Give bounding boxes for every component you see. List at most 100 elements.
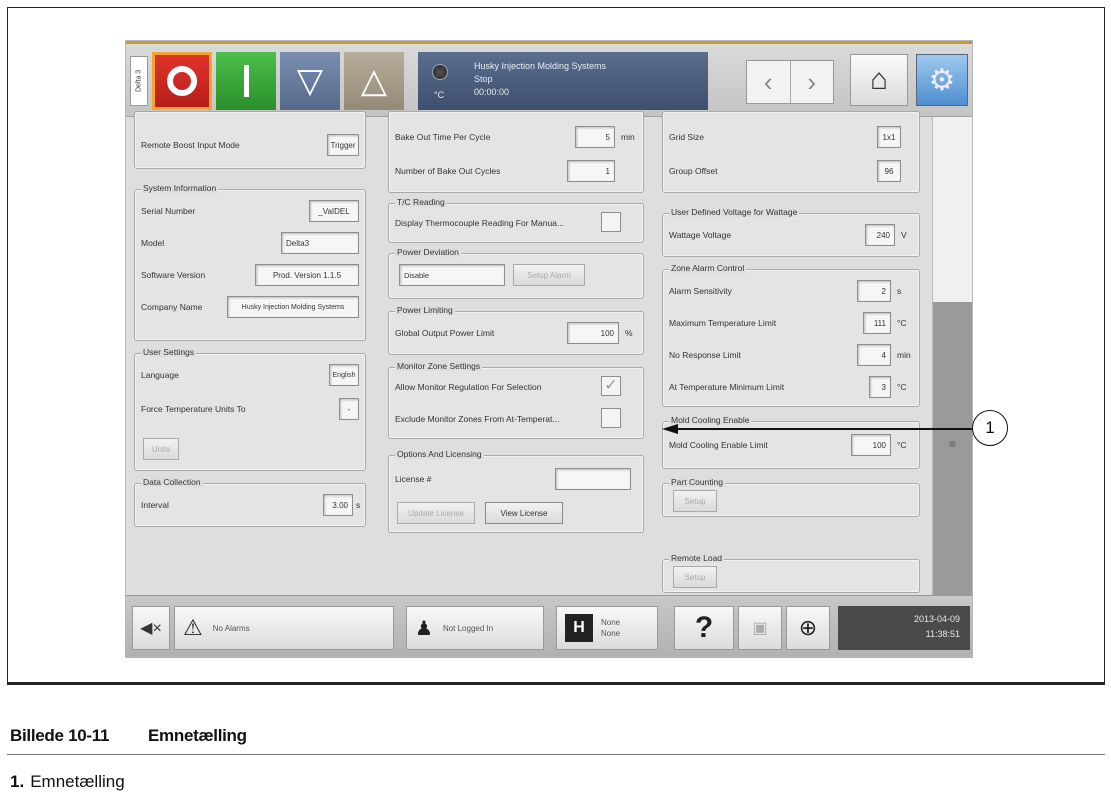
interval-field[interactable]: 3.00 bbox=[323, 494, 353, 516]
temperature-down-button[interactable]: ▽ bbox=[280, 52, 340, 110]
allow-monitor-checkbox[interactable]: ✓ bbox=[601, 376, 621, 396]
date-text: 2013-04-09 bbox=[913, 614, 960, 624]
stop-button[interactable] bbox=[152, 52, 212, 110]
mute-button[interactable]: ◀× bbox=[132, 606, 170, 650]
no-response-unit: min bbox=[897, 350, 911, 360]
serial-number-field: _VaIDEL bbox=[309, 200, 359, 222]
group-offset-field[interactable]: 96 bbox=[877, 160, 901, 182]
zone-alarm-group: Zone Alarm Control Alarm Sensitivity 2 s… bbox=[662, 263, 920, 407]
forward-arrow-icon[interactable]: › bbox=[791, 61, 834, 103]
remote-load-setup-button[interactable]: Setup bbox=[673, 566, 717, 588]
alarms-button[interactable]: ⚠ No Alarms bbox=[174, 606, 394, 650]
setup-alarm-button[interactable]: Setup Alarm bbox=[513, 264, 585, 286]
global-power-field[interactable]: 100 bbox=[567, 322, 619, 344]
callout-line bbox=[672, 428, 972, 430]
part-counting-group: Part Counting Setup bbox=[662, 477, 920, 517]
update-license-button[interactable]: Update License bbox=[397, 502, 475, 524]
grid-size-label: Grid Size bbox=[669, 132, 704, 142]
grid-size-field[interactable]: 1x1 bbox=[877, 126, 901, 148]
power-deviation-group: Power Deviation Disable Setup Alarm bbox=[388, 247, 644, 299]
globe-icon: ⊕ bbox=[798, 615, 818, 640]
legend-item: 1. Emnetælling bbox=[10, 772, 125, 792]
interval-label: Interval bbox=[141, 500, 169, 510]
data-collection-title: Data Collection bbox=[141, 477, 203, 487]
screenshot-button[interactable]: ▣ bbox=[738, 606, 782, 650]
stop-icon bbox=[167, 66, 197, 96]
remote-boost-mode-select[interactable]: Trigger bbox=[327, 134, 359, 156]
grid-size-row: Grid Size 1x1 bbox=[669, 126, 913, 148]
temperature-up-button[interactable]: △ bbox=[344, 52, 404, 110]
alarm-sensitivity-field[interactable]: 2 bbox=[857, 280, 891, 302]
part-counting-setup-button[interactable]: Setup bbox=[673, 490, 717, 512]
wattage-voltage-row: Wattage Voltage 240 V bbox=[669, 224, 913, 246]
bake-time-row: Bake Out Time Per Cycle 5 min bbox=[395, 126, 637, 148]
mold-info: None None bbox=[601, 617, 620, 639]
bake-time-label: Bake Out Time Per Cycle bbox=[395, 132, 491, 142]
figure-number: Billede 10-11 bbox=[10, 726, 110, 745]
triangle-up-icon: △ bbox=[360, 62, 388, 100]
remote-boost-mode-row: Remote Boost Input Mode Trigger bbox=[141, 134, 359, 156]
options-licensing-title: Options And Licensing bbox=[395, 449, 484, 459]
legend-text: Emnetælling bbox=[30, 772, 125, 791]
no-response-label: No Response Limit bbox=[669, 350, 741, 360]
scrollbar-thumb[interactable]: ≡ bbox=[933, 302, 972, 595]
mold-cooling-title: Mold Cooling Enable bbox=[669, 415, 752, 425]
tc-reading-title: T/C Reading bbox=[395, 197, 447, 207]
software-version-field: Prod. Version 1.1.5 bbox=[255, 264, 359, 286]
tc-display-checkbox[interactable] bbox=[601, 212, 621, 232]
mold-button[interactable]: H None None bbox=[556, 606, 658, 650]
grip-icon: ≡ bbox=[949, 437, 957, 451]
power-deviation-select[interactable]: Disable bbox=[399, 264, 505, 286]
company-name-field: Husky Injection Molding Systems bbox=[227, 296, 359, 318]
max-temp-field[interactable]: 111 bbox=[863, 312, 891, 334]
wattage-voltage-field[interactable]: 240 bbox=[865, 224, 895, 246]
login-button[interactable]: ♟ Not Logged In bbox=[406, 606, 544, 650]
no-response-field[interactable]: 4 bbox=[857, 344, 891, 366]
bake-cycles-row: Number of Bake Out Cycles 1 bbox=[395, 160, 637, 182]
power-on-icon bbox=[243, 65, 249, 97]
user-settings-group: User Settings Language English Force Tem… bbox=[134, 347, 366, 471]
figure-title: Emnetælling bbox=[148, 726, 247, 745]
at-temp-field[interactable]: 3 bbox=[869, 376, 891, 398]
header-bar: Delta 3 ▽ △ °C Husky Injection Molding S… bbox=[126, 41, 972, 117]
remote-boost-mode-label: Remote Boost Input Mode bbox=[141, 140, 240, 150]
exclude-monitor-checkbox[interactable] bbox=[601, 408, 621, 428]
options-licensing-group: Options And Licensing License # Update L… bbox=[388, 449, 644, 533]
user-icon: ♟ bbox=[415, 617, 433, 640]
global-power-label: Global Output Power Limit bbox=[395, 328, 495, 338]
units-button[interactable]: Units bbox=[143, 438, 179, 460]
back-arrow-icon[interactable]: ‹ bbox=[747, 61, 791, 103]
license-field[interactable] bbox=[555, 468, 631, 490]
model-label: Model bbox=[141, 238, 165, 248]
caption-rule bbox=[7, 683, 1105, 685]
power-on-button[interactable] bbox=[216, 52, 276, 110]
language-select[interactable]: English bbox=[329, 364, 359, 386]
status-unit: °C bbox=[434, 90, 445, 100]
power-limiting-group: Power Limiting Global Output Power Limit… bbox=[388, 305, 644, 355]
mold-cooling-field[interactable]: 100 bbox=[851, 434, 891, 456]
company-name-label: Company Name bbox=[141, 302, 203, 312]
system-information-group: System Information Serial Number _VaIDEL… bbox=[134, 183, 366, 341]
data-collection-group: Data Collection Interval 3.00 s bbox=[134, 477, 366, 527]
help-button[interactable]: ? bbox=[674, 606, 734, 650]
monitor-zone-title: Monitor Zone Settings bbox=[395, 361, 483, 371]
settings-button[interactable]: ⚙ bbox=[916, 54, 968, 106]
exclude-monitor-label: Exclude Monitor Zones From At-Temperat..… bbox=[395, 414, 560, 424]
interval-unit: s bbox=[356, 500, 361, 510]
force-units-select[interactable]: - bbox=[339, 398, 359, 420]
language-globe-button[interactable]: ⊕ bbox=[786, 606, 830, 650]
settings-content: Remote Boost Input Mode Trigger System I… bbox=[126, 111, 972, 595]
view-license-button[interactable]: View License bbox=[485, 502, 563, 524]
max-temp-row: Maximum Temperature Limit 111 °C bbox=[669, 312, 913, 334]
at-temp-row: At Temperature Minimum Limit 3 °C bbox=[669, 376, 913, 398]
bake-time-field[interactable]: 5 bbox=[575, 126, 615, 148]
date-time-display: 2013-04-09 11:38:51 bbox=[838, 606, 970, 650]
delta-tab[interactable]: Delta 3 bbox=[130, 56, 148, 106]
vertical-scrollbar[interactable]: ≡ bbox=[932, 117, 972, 595]
interval-row: Interval 3.00 s bbox=[141, 494, 361, 516]
bake-time-unit: min bbox=[621, 132, 635, 142]
group-offset-label: Group Offset bbox=[669, 166, 718, 176]
home-button[interactable]: ⌂ bbox=[850, 54, 908, 106]
tc-reading-group: T/C Reading Display Thermocouple Reading… bbox=[388, 197, 644, 243]
bake-cycles-field[interactable]: 1 bbox=[567, 160, 615, 182]
